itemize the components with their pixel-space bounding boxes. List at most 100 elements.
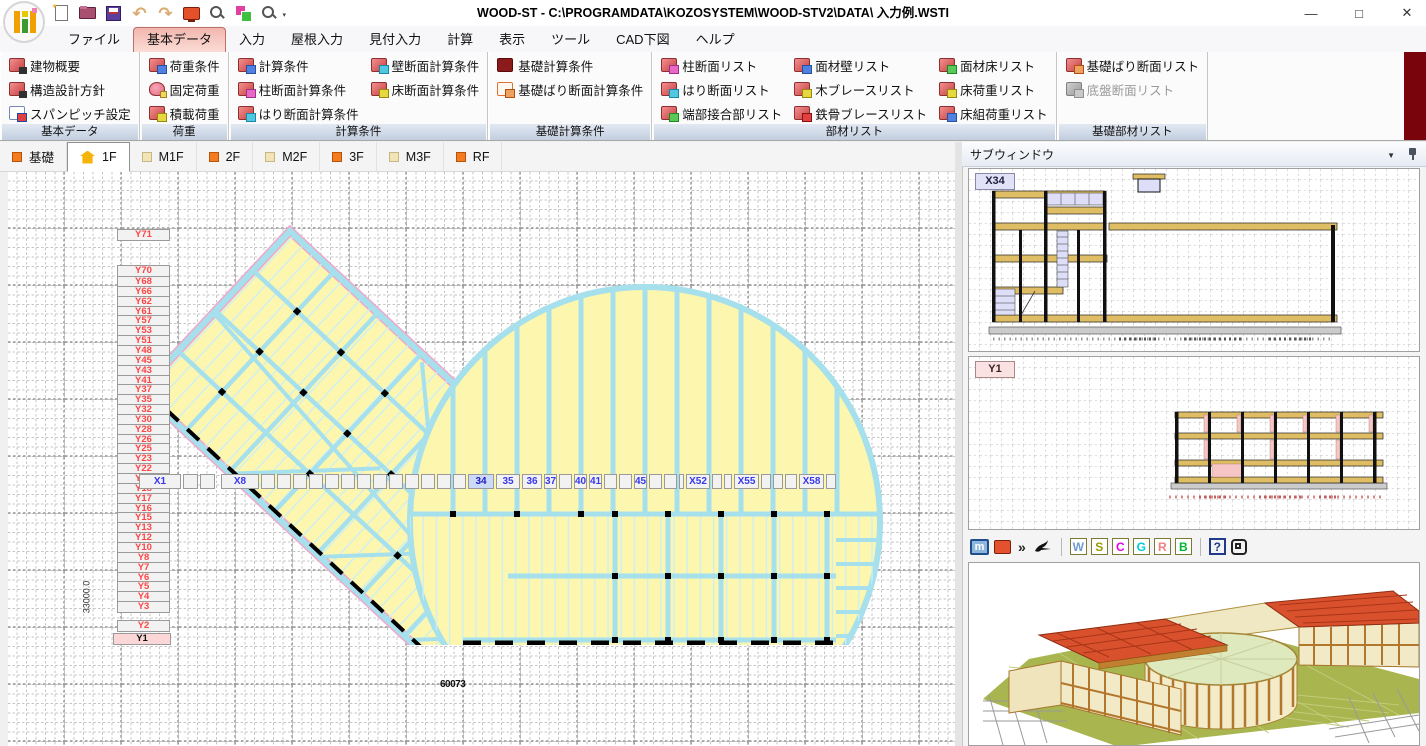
grid-label-blank[interactable]	[183, 474, 198, 489]
grid-label-blank[interactable]	[761, 474, 771, 489]
grid-label-X35[interactable]: 35	[496, 474, 520, 489]
letter-button-G[interactable]: G	[1133, 538, 1150, 555]
bird-icon[interactable]	[1033, 538, 1053, 556]
ribbon-item[interactable]: 基礎ばり断面計算条件	[491, 77, 649, 101]
ribbon-item[interactable]: 床荷重リスト	[933, 77, 1054, 101]
help-icon[interactable]: ?	[1209, 538, 1226, 555]
grid-label-X34[interactable]: 34	[468, 474, 494, 489]
letter-button-B[interactable]: B	[1175, 538, 1192, 555]
menu-item[interactable]: ファイル	[55, 28, 133, 52]
monitor-blue-icon[interactable]: m	[970, 539, 989, 555]
window-icon[interactable]	[1231, 539, 1247, 555]
grid-label-blank[interactable]	[309, 474, 323, 489]
grid-label-blank[interactable]	[785, 474, 797, 489]
monitor-red-icon[interactable]	[994, 540, 1011, 554]
menu-item[interactable]: 基本データ	[133, 27, 226, 52]
display-icon[interactable]	[182, 4, 201, 23]
ribbon-item[interactable]: 鉄骨ブレースリスト	[788, 101, 933, 125]
ribbon-item[interactable]: はり断面計算条件	[232, 101, 365, 125]
pin-icon[interactable]	[1407, 147, 1418, 161]
app-logo-icon[interactable]	[3, 1, 45, 43]
floor-tab-基礎[interactable]: 基礎	[0, 142, 67, 171]
ribbon-item[interactable]: 木ブレースリスト	[788, 77, 933, 101]
grid-label-X8[interactable]: X8	[221, 474, 259, 489]
menu-item[interactable]: 計算	[434, 28, 486, 52]
grid-label-X41[interactable]: 41	[589, 474, 602, 489]
redo-icon[interactable]: ↷	[156, 4, 175, 23]
grid-label-blank[interactable]	[773, 474, 783, 489]
grid-label-X1[interactable]: X1	[139, 474, 181, 489]
ribbon-item[interactable]: 積載荷重	[143, 101, 226, 125]
floor-tab-M1F[interactable]: M1F	[130, 142, 197, 171]
grid-label-X52[interactable]: X52	[686, 474, 710, 489]
grid-label-X37[interactable]: 37	[544, 474, 557, 489]
grid-label-blank[interactable]	[277, 474, 291, 489]
grid-label-blank[interactable]	[664, 474, 677, 489]
menu-item[interactable]: ツール	[538, 28, 603, 52]
menu-item[interactable]: 表示	[486, 28, 538, 52]
maximize-button[interactable]: □	[1350, 6, 1368, 21]
grid-label-blank[interactable]	[373, 474, 387, 489]
floor-tab-M2F[interactable]: M2F	[253, 142, 320, 171]
ribbon-item[interactable]: 床断面計算条件	[365, 77, 486, 101]
grid-label-Y3[interactable]: Y3	[117, 601, 170, 613]
menu-item[interactable]: 屋根入力	[278, 28, 356, 52]
grid-label-blank[interactable]	[724, 474, 732, 489]
floor-tab-2F[interactable]: 2F	[197, 142, 254, 171]
grid-label-Y1[interactable]: Y1	[113, 633, 171, 645]
grid-label-X58[interactable]: X58	[799, 474, 824, 489]
new-file-icon[interactable]	[52, 4, 71, 23]
grid-label-X45[interactable]: 45	[634, 474, 647, 489]
elevation-view-y1[interactable]: Y1	[968, 356, 1420, 530]
save-icon[interactable]	[104, 4, 123, 23]
menu-item[interactable]: 入力	[226, 28, 278, 52]
ribbon-item[interactable]: 荷重条件	[143, 53, 226, 77]
undo-icon[interactable]: ↶	[130, 4, 149, 23]
grid-label-blank[interactable]	[559, 474, 572, 489]
ribbon-item[interactable]: 壁断面計算条件	[365, 53, 486, 77]
panel-splitter[interactable]	[955, 142, 962, 746]
close-button[interactable]: ✕	[1398, 5, 1416, 21]
grid-label-blank[interactable]	[649, 474, 662, 489]
letter-button-C[interactable]: C	[1112, 538, 1129, 555]
grid-label-blank[interactable]	[389, 474, 403, 489]
ribbon-item[interactable]: 床組荷重リスト	[933, 101, 1054, 125]
letter-button-S[interactable]: S	[1091, 538, 1108, 555]
ribbon-item[interactable]: 固定荷重	[143, 77, 226, 101]
letter-button-R[interactable]: R	[1154, 538, 1171, 555]
floor-tab-M3F[interactable]: M3F	[377, 142, 444, 171]
ribbon-item[interactable]: 柱断面リスト	[655, 53, 788, 77]
grid-label-blank[interactable]	[712, 474, 722, 489]
ribbon-item[interactable]: 面材床リスト	[933, 53, 1054, 77]
grid-label-blank[interactable]	[826, 474, 836, 489]
floor-tab-RF[interactable]: RF	[444, 142, 503, 171]
grid-label-blank[interactable]	[405, 474, 419, 489]
ribbon-item[interactable]: 基礎ばり断面リスト	[1060, 53, 1206, 77]
grid-label-blank[interactable]	[437, 474, 451, 489]
grid-label-blank[interactable]	[341, 474, 355, 489]
menu-item[interactable]: 見付入力	[356, 28, 434, 52]
grid-label-blank[interactable]	[261, 474, 275, 489]
palette-icon[interactable]	[234, 4, 253, 23]
grid-label-blank[interactable]	[421, 474, 435, 489]
ribbon-item[interactable]: 構造設計方針	[3, 77, 137, 101]
ribbon-item[interactable]: 基礎計算条件	[491, 53, 649, 77]
grid-label-X40[interactable]: 40	[574, 474, 587, 489]
letter-button-W[interactable]: W	[1070, 538, 1087, 555]
menu-item[interactable]: CAD下図	[603, 28, 682, 52]
grid-label-blank[interactable]	[357, 474, 371, 489]
zoom-tool-icon[interactable]: ▾	[260, 4, 286, 23]
grid-label-blank[interactable]	[619, 474, 632, 489]
grid-label-blank[interactable]	[200, 474, 215, 489]
ribbon-item[interactable]: はり断面リスト	[655, 77, 788, 101]
grid-label-blank[interactable]	[293, 474, 307, 489]
grid-label-X55[interactable]: X55	[734, 474, 759, 489]
grid-label-Y71[interactable]: Y71	[117, 229, 170, 241]
search-icon[interactable]	[208, 4, 227, 23]
minimize-button[interactable]: —	[1302, 6, 1320, 21]
grid-label-X36[interactable]: 36	[522, 474, 542, 489]
grid-label-blank[interactable]	[604, 474, 617, 489]
ribbon-item[interactable]: 建物概要	[3, 53, 137, 77]
grid-label-Y2[interactable]: Y2	[117, 620, 170, 632]
elevation-view-x34[interactable]: X34	[968, 168, 1420, 352]
